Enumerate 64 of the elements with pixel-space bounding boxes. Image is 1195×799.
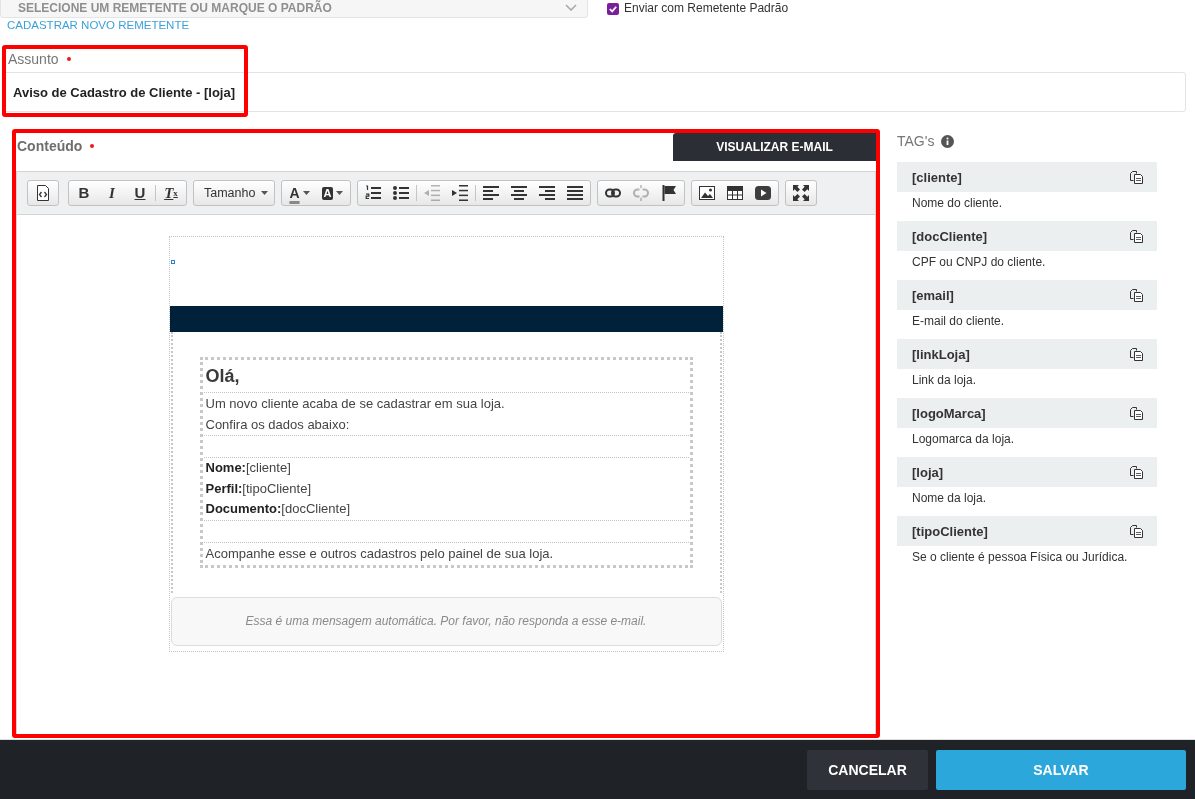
- info-icon[interactable]: [941, 134, 955, 148]
- source-code-icon: [35, 185, 51, 201]
- detail-line: Perfil:[tipoCliente]: [205, 479, 312, 498]
- subject-label: Assunto: [8, 50, 59, 68]
- tag-description: Se o cliente é pessoa Física ou Jurídica.: [911, 549, 1129, 566]
- tag-name: [cliente]: [912, 169, 962, 185]
- tag-name: [docCliente]: [912, 228, 988, 244]
- content-label: Conteúdo: [17, 137, 83, 155]
- bold-button[interactable]: B: [70, 181, 98, 205]
- caret-icon: [261, 191, 268, 195]
- table-icon: [727, 185, 743, 201]
- detail-line: Documento:[docCliente]: [205, 500, 351, 518]
- tag-description: Nome do cliente.: [911, 195, 1004, 212]
- tags-title: TAG's: [897, 132, 935, 150]
- tag-name: [linkLoja]: [912, 346, 970, 362]
- copy-icon[interactable]: [1130, 524, 1143, 538]
- indent-icon: [452, 185, 468, 201]
- image-icon: [699, 185, 715, 201]
- cancel-button[interactable]: CANCELAR: [807, 749, 928, 790]
- font-size-dropdown[interactable]: Tamanho: [193, 180, 275, 206]
- tag-description: E-mail do cliente.: [911, 313, 1006, 330]
- tag-description: Link da loja.: [911, 372, 978, 389]
- caret-icon: [302, 191, 310, 195]
- tag-name: [loja]: [912, 464, 944, 480]
- footer-note: Essa é uma mensagem automática. Por favor, não responda a esse e-mail.: [170, 596, 722, 646]
- subject-field[interactable]: Aviso de Cadastro de Cliente - [loja]: [3, 72, 1186, 112]
- bulleted-list-icon: [393, 185, 409, 201]
- align-right-icon: [539, 185, 555, 201]
- tag-description: CPF ou CNPJ do cliente.: [911, 254, 1047, 271]
- copy-icon[interactable]: [1130, 229, 1143, 243]
- tag-name: [logoMarca]: [912, 405, 986, 421]
- broken-link-icon: [633, 185, 649, 201]
- email-text: Acompanhe esse e outros cadastros pelo painel de sua loja.: [205, 544, 555, 563]
- email-greeting: Olá,: [205, 365, 241, 388]
- italic-button[interactable]: I: [98, 181, 126, 205]
- copy-icon[interactable]: [1130, 406, 1143, 420]
- tag-name: [email]: [912, 287, 954, 303]
- tag-name: [tipoCliente]: [912, 523, 988, 539]
- email-text: Um novo cliente acaba de se cadastrar em sua loja.: [205, 395, 506, 413]
- checkbox[interactable]: [607, 2, 619, 15]
- tag-description: Logomarca da loja.: [911, 431, 1016, 448]
- copy-icon[interactable]: [1130, 288, 1143, 302]
- align-left-icon: [483, 185, 499, 201]
- outdent-icon: [424, 185, 440, 201]
- small-square-icon: [170, 260, 175, 264]
- preview-email-button[interactable]: VISUALIZAR E-MAIL: [673, 133, 876, 161]
- video-icon: [755, 185, 771, 201]
- flag-icon: [661, 185, 677, 201]
- copy-icon[interactable]: [1130, 170, 1143, 184]
- align-center-icon: [511, 185, 527, 201]
- copy-icon[interactable]: [1130, 465, 1143, 479]
- background-color-button[interactable]: A: [316, 181, 349, 205]
- text-color-button[interactable]: A: [283, 181, 316, 205]
- email-text: Confira os dados abaixo:: [205, 416, 351, 434]
- copy-icon[interactable]: [1130, 347, 1143, 361]
- justify-icon: [567, 185, 583, 201]
- detail-line: Nome:[cliente]: [205, 459, 292, 477]
- underline-button[interactable]: U: [126, 181, 154, 205]
- maximize-icon: [793, 185, 809, 201]
- caret-icon: [336, 191, 344, 195]
- numbered-list-icon: [365, 185, 381, 201]
- checkbox-label: Enviar com Remetente Padrão: [624, 1, 789, 16]
- tag-description: Nome da loja.: [911, 490, 988, 507]
- chevron-down-icon: [565, 4, 577, 11]
